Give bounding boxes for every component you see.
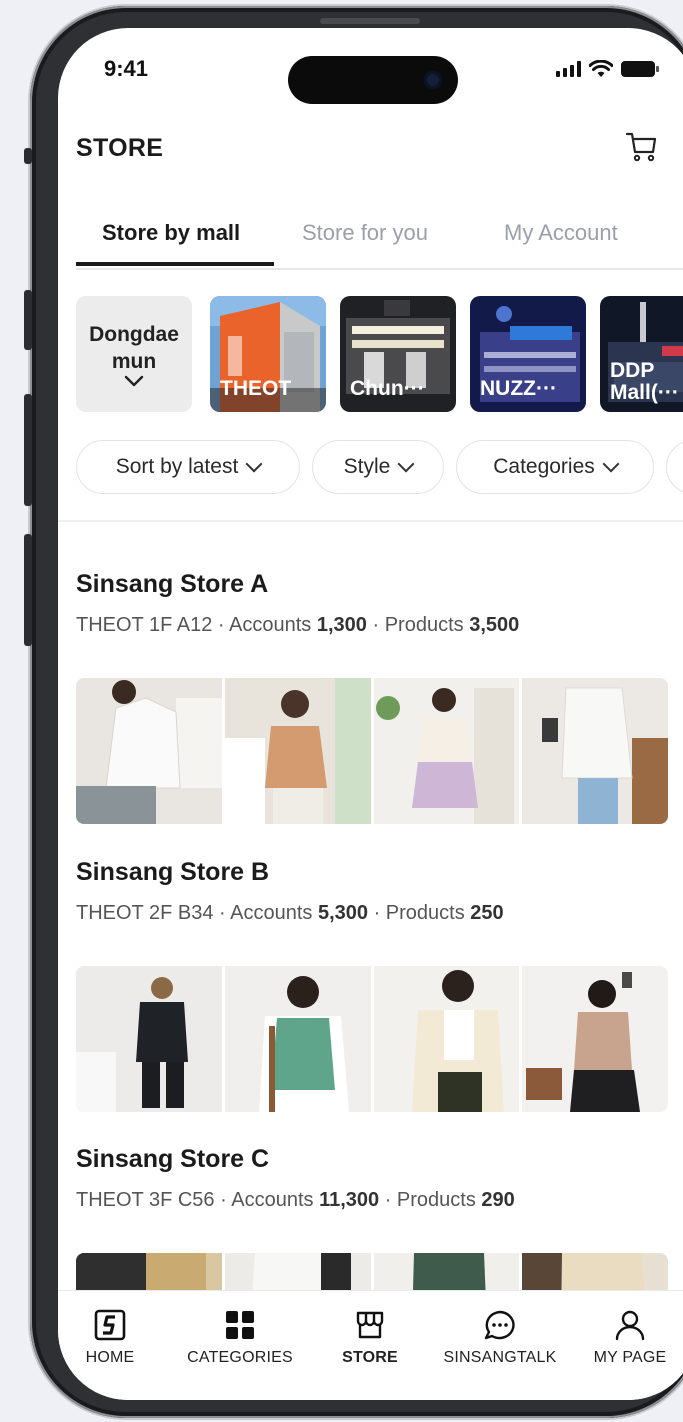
nav-sinsangtalk-label: SINSANGTALK	[443, 1349, 557, 1366]
mall-name-theot: THEOT	[220, 377, 292, 400]
store-name: Sinsang Store B	[76, 858, 270, 886]
storefront-icon	[356, 1311, 384, 1339]
dynamic-island	[288, 56, 458, 104]
store-location: THEOT 1F A12	[76, 614, 213, 636]
nav-home-label: HOME	[85, 1349, 135, 1366]
nav-categories[interactable]: CATEGORIES	[180, 1309, 300, 1367]
bottom-navigation: HOME CATEGORIES STORE SINSANGTALK MY PAG…	[58, 1290, 683, 1400]
cart-icon[interactable]	[624, 128, 660, 164]
home-logo-icon	[94, 1309, 126, 1341]
mall-tile-chun[interactable]: Chun···	[340, 296, 456, 412]
mall-name-chun: Chun···	[350, 377, 425, 400]
accounts-count: 5,300	[317, 902, 369, 924]
style-dropdown[interactable]: Style	[312, 440, 444, 494]
tab-store-by-mall[interactable]: Store by mall	[102, 214, 240, 264]
product-thumbnail[interactable]	[373, 678, 520, 824]
sort-dropdown[interactable]: Sort by latest	[76, 440, 300, 494]
accounts-count: 1,300	[316, 614, 367, 636]
store-location: THEOT 3F C56	[76, 1189, 215, 1211]
chevron-down-icon	[245, 455, 263, 473]
section-divider	[58, 520, 683, 522]
store-meta: THEOT 2F B34 · Accounts 5,300 · Products…	[76, 902, 504, 924]
mall-carousel: Dongdae mun THEOT Chun··· NUZZ··· DDP Ma…	[76, 296, 683, 414]
chevron-down-icon	[602, 455, 620, 473]
store-meta: THEOT 3F C56 · Accounts 11,300 · Product…	[76, 1189, 515, 1211]
accounts-count: 11,300	[319, 1189, 380, 1211]
person-icon	[615, 1310, 645, 1341]
active-tab-indicator	[76, 262, 274, 266]
store-tabs: Store by mall Store for you My Account	[76, 214, 683, 270]
region-label-line1: Dongdae	[89, 323, 179, 346]
mall-tile-theot[interactable]: THEOT	[210, 296, 326, 412]
chevron-down-icon	[124, 375, 144, 387]
phone-action-button	[24, 148, 32, 164]
product-thumbnails	[76, 966, 668, 1112]
products-label: Products	[396, 1189, 476, 1211]
grid-icon	[226, 1311, 254, 1339]
store-name: Sinsang Store C	[76, 1145, 270, 1173]
categories-dropdown[interactable]: Categories	[456, 440, 654, 494]
accounts-label: Accounts	[229, 614, 312, 636]
chat-bubble-icon	[484, 1310, 515, 1340]
store-meta: THEOT 1F A12 · Accounts 1,300 · Products…	[76, 614, 520, 636]
accounts-label: Accounts	[230, 902, 313, 924]
product-thumbnail[interactable]	[373, 966, 520, 1112]
product-thumbnail[interactable]	[224, 966, 371, 1112]
nav-store[interactable]: STORE	[310, 1309, 430, 1367]
product-thumbnail[interactable]	[522, 678, 668, 824]
nav-sinsangtalk[interactable]: SINSANGTALK	[440, 1309, 560, 1367]
product-thumbnail[interactable]	[76, 966, 222, 1112]
products-count: 290	[481, 1189, 515, 1211]
region-label-line2: mun	[111, 350, 157, 373]
page-title: STORE	[76, 134, 164, 162]
product-thumbnails	[76, 678, 668, 824]
phone-side-button	[24, 534, 32, 646]
store-location: THEOT 2F B34	[76, 902, 214, 924]
app-screen: 9:41 STORE Store by mall Store for you M…	[58, 28, 683, 1400]
nav-home[interactable]: HOME	[58, 1309, 170, 1367]
sort-label: Sort by latest	[115, 455, 239, 478]
mall-name-ddp-line2: Mall(···	[610, 381, 679, 404]
products-label: Products	[384, 614, 464, 636]
phone-volume-down-button	[24, 394, 32, 506]
status-time: 9:41	[104, 56, 149, 81]
style-label: Style	[343, 455, 391, 478]
product-thumbnail[interactable]	[522, 966, 668, 1112]
filter-bar: Sort by latest Style Categories	[76, 440, 683, 496]
product-thumbnail[interactable]	[76, 678, 222, 824]
product-thumbnail[interactable]	[224, 678, 371, 824]
region-selector[interactable]: Dongdae mun	[76, 296, 192, 412]
status-icons	[556, 60, 659, 78]
mall-tile-nuzz[interactable]: NUZZ···	[470, 296, 586, 412]
nav-my-page[interactable]: MY PAGE	[570, 1309, 683, 1367]
mall-tile-ddp[interactable]: DDP Mall(···	[600, 296, 683, 412]
store-name: Sinsang Store A	[76, 570, 269, 598]
mall-name-nuzz: NUZZ···	[480, 377, 557, 400]
nav-store-label: STORE	[342, 1349, 398, 1366]
products-count: 3,500	[469, 614, 520, 636]
nav-categories-label: CATEGORIES	[187, 1349, 293, 1366]
more-filter-chip[interactable]	[666, 440, 683, 494]
camera-icon	[424, 71, 442, 89]
accounts-label: Accounts	[231, 1189, 314, 1211]
wifi-icon	[589, 60, 613, 77]
cellular-signal-icon	[556, 61, 581, 77]
tab-my-account[interactable]: My Account	[504, 214, 618, 264]
products-count: 250	[470, 902, 504, 924]
mall-name-ddp-line1: DDP	[610, 359, 655, 382]
battery-icon	[621, 61, 659, 77]
mall-name-ddp: DDP Mall(···	[610, 360, 679, 404]
nav-my-page-label: MY PAGE	[593, 1349, 667, 1366]
chevron-down-icon	[397, 455, 415, 473]
phone-volume-up-button	[24, 290, 32, 350]
tab-store-for-you[interactable]: Store for you	[302, 214, 428, 264]
products-label: Products	[385, 902, 465, 924]
categories-label: Categories	[493, 455, 595, 478]
phone-speaker-grill	[320, 18, 420, 24]
